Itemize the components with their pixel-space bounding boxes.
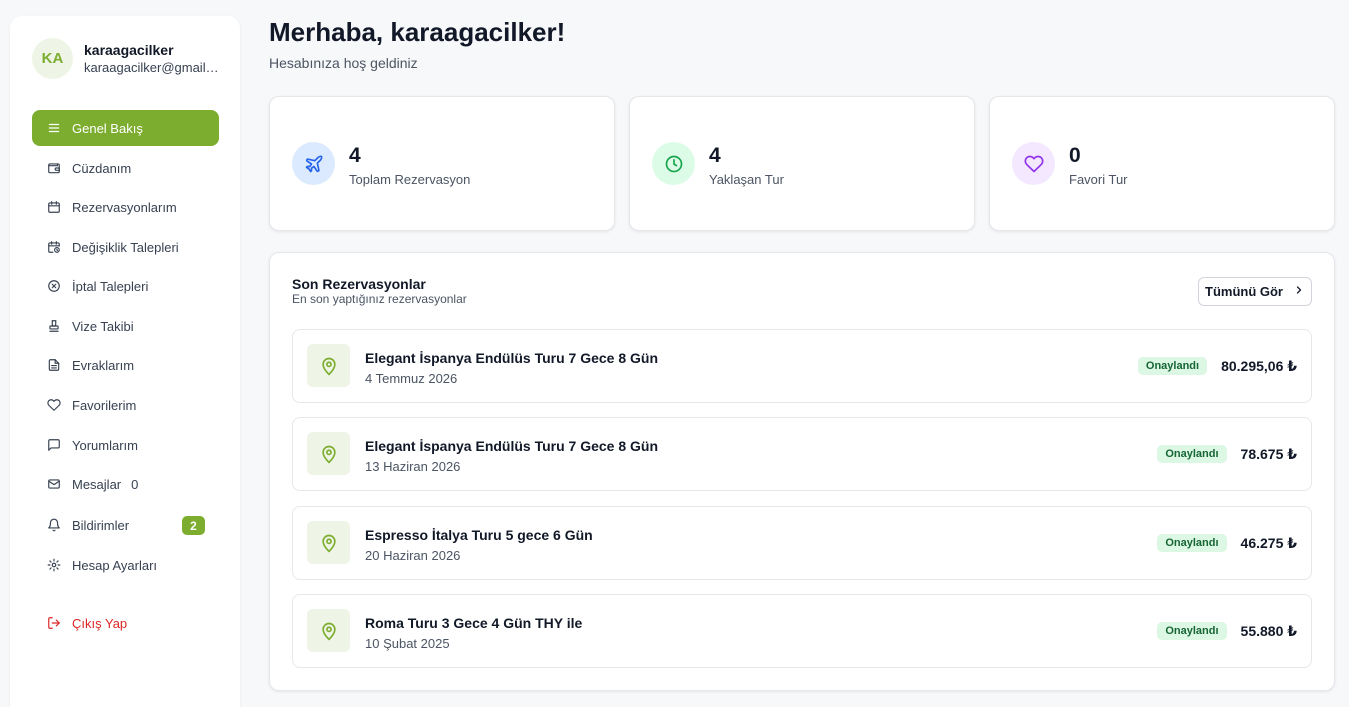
- sidebar-item-label: Hesap Ayarları: [72, 557, 158, 573]
- reservation-price: 80.295,06 ₺: [1221, 357, 1297, 374]
- sidebar-item-wallet[interactable]: Cüzdanım: [32, 150, 219, 186]
- user-email: karaagacilker@gmail.c...: [84, 60, 222, 75]
- sidebar-item-label: Değişiklik Talepleri: [72, 239, 179, 255]
- sidebar-item-change-requests[interactable]: Değişiklik Talepleri: [32, 229, 219, 265]
- see-all-button[interactable]: Tümünü Gör: [1198, 277, 1312, 306]
- file-text-icon: [46, 357, 62, 373]
- sidebar-item-label: Vize Takibi: [72, 318, 134, 334]
- status-badge: Onaylandı: [1157, 534, 1227, 552]
- sidebar-item-label: Mesajlar: [72, 476, 122, 492]
- stat-value: 0: [1069, 144, 1081, 167]
- see-all-label: Tümünü Gör: [1205, 284, 1283, 299]
- sidebar-item-overview[interactable]: Genel Bakış: [32, 110, 219, 146]
- calendar-clock-icon: [46, 239, 62, 255]
- circle-x-icon: [46, 278, 62, 294]
- reservation-title: Elegant İspanya Endülüs Turu 7 Gece 8 Gü…: [365, 350, 659, 366]
- reservation-row[interactable]: Elegant İspanya Endülüs Turu 7 Gece 8 Gü…: [292, 329, 1312, 403]
- bell-icon: [46, 517, 62, 533]
- sidebar-item-label: Evraklarım: [72, 357, 135, 373]
- wallet-icon: [46, 160, 62, 176]
- sidebar-item-label: Rezervasyonlarım: [72, 199, 177, 215]
- menu-icon: [46, 120, 62, 136]
- notification-badge: 2: [182, 516, 205, 535]
- heart-icon: [46, 397, 62, 413]
- reservation-date: 13 Haziran 2026: [365, 459, 461, 474]
- logout-icon: [46, 615, 62, 631]
- reservation-title: Roma Turu 3 Gece 4 Gün THY ile: [365, 615, 583, 631]
- reservation-date: 20 Haziran 2026: [365, 548, 461, 563]
- gear-icon: [46, 557, 62, 573]
- clock-icon: [652, 142, 695, 185]
- chevron-right-icon: [1283, 284, 1305, 299]
- stat-label: Yaklaşan Tur: [709, 172, 784, 187]
- reservation-date: 4 Temmuz 2026: [365, 371, 458, 386]
- reservation-title: Espresso İtalya Turu 5 gece 6 Gün: [365, 527, 593, 543]
- sidebar-item-label: Genel Bakış: [72, 120, 143, 136]
- sidebar-item-label: Çıkış Yap: [72, 615, 128, 631]
- sidebar-item-reviews[interactable]: Yorumlarım: [32, 427, 219, 463]
- map-pin-icon: [307, 344, 350, 387]
- message-square-icon: [46, 437, 62, 453]
- reservation-price: 78.675 ₺: [1240, 445, 1297, 462]
- heart-icon: [1012, 142, 1055, 185]
- logout-button[interactable]: Çıkış Yap: [32, 605, 219, 641]
- map-pin-icon: [307, 432, 350, 475]
- reservation-title: Elegant İspanya Endülüs Turu 7 Gece 8 Gü…: [365, 438, 659, 454]
- mail-icon: [46, 476, 62, 492]
- sidebar-item-label: Cüzdanım: [72, 160, 132, 176]
- stat-card-total-reservations: 4 Toplam Rezervasyon: [269, 96, 615, 231]
- recent-reservations-panel: Son Rezervasyonlar En son yaptığınız rez…: [269, 252, 1335, 691]
- section-subtitle: En son yaptığınız rezervasyonlar: [292, 292, 467, 306]
- status-badge: Onaylandı: [1157, 445, 1227, 463]
- calendar-icon: [46, 199, 62, 215]
- sidebar: KA karaagacilker karaagacilker@gmail.c..…: [10, 16, 240, 707]
- reservation-row[interactable]: Elegant İspanya Endülüs Turu 7 Gece 8 Gü…: [292, 417, 1312, 491]
- sidebar-item-visa[interactable]: Vize Takibi: [32, 308, 219, 344]
- status-badge: Onaylandı: [1157, 622, 1227, 640]
- reservation-row[interactable]: Espresso İtalya Turu 5 gece 6 Gün 20 Haz…: [292, 506, 1312, 580]
- sidebar-item-cancel-requests[interactable]: İptal Talepleri: [32, 268, 219, 304]
- sidebar-item-label: Yorumlarım: [72, 437, 138, 453]
- sidebar-item-documents[interactable]: Evraklarım: [32, 347, 219, 383]
- reservation-price: 46.275 ₺: [1240, 534, 1297, 551]
- stat-value: 4: [349, 144, 361, 167]
- sidebar-item-favorites[interactable]: Favorilerim: [32, 387, 219, 423]
- messages-count: 0: [131, 476, 139, 492]
- avatar: KA: [32, 38, 73, 79]
- sidebar-item-label: İptal Talepleri: [72, 278, 149, 294]
- page-title: Merhaba, karaagacilker!: [269, 17, 566, 47]
- stat-value: 4: [709, 144, 721, 167]
- sidebar-item-label: Bildirimler: [72, 517, 130, 533]
- stamp-icon: [46, 318, 62, 334]
- stat-card-upcoming-tours: 4 Yaklaşan Tur: [629, 96, 975, 231]
- user-profile: KA karaagacilker karaagacilker@gmail.c..…: [32, 38, 222, 79]
- stat-label: Favori Tur: [1069, 172, 1128, 187]
- stat-card-favorite-tours: 0 Favori Tur: [989, 96, 1335, 231]
- sidebar-item-reservations[interactable]: Rezervasyonlarım: [32, 189, 219, 225]
- section-title: Son Rezervasyonlar: [292, 276, 426, 292]
- user-name: karaagacilker: [84, 42, 174, 58]
- plane-icon: [292, 142, 335, 185]
- map-pin-icon: [307, 609, 350, 652]
- page-subtitle: Hesabınıza hoş geldiniz: [269, 55, 418, 71]
- sidebar-item-messages[interactable]: Mesajlar 0: [32, 466, 219, 502]
- sidebar-item-account-settings[interactable]: Hesap Ayarları: [32, 547, 219, 583]
- reservation-row[interactable]: Roma Turu 3 Gece 4 Gün THY ile 10 Şubat …: [292, 594, 1312, 668]
- status-badge: Onaylandı: [1137, 357, 1208, 375]
- map-pin-icon: [307, 521, 350, 564]
- sidebar-item-label: Favorilerim: [72, 397, 137, 413]
- reservation-price: 55.880 ₺: [1240, 622, 1297, 639]
- sidebar-item-notifications[interactable]: Bildirimler 2: [32, 507, 219, 543]
- stat-label: Toplam Rezervasyon: [349, 172, 471, 187]
- reservation-date: 10 Şubat 2025: [365, 636, 450, 651]
